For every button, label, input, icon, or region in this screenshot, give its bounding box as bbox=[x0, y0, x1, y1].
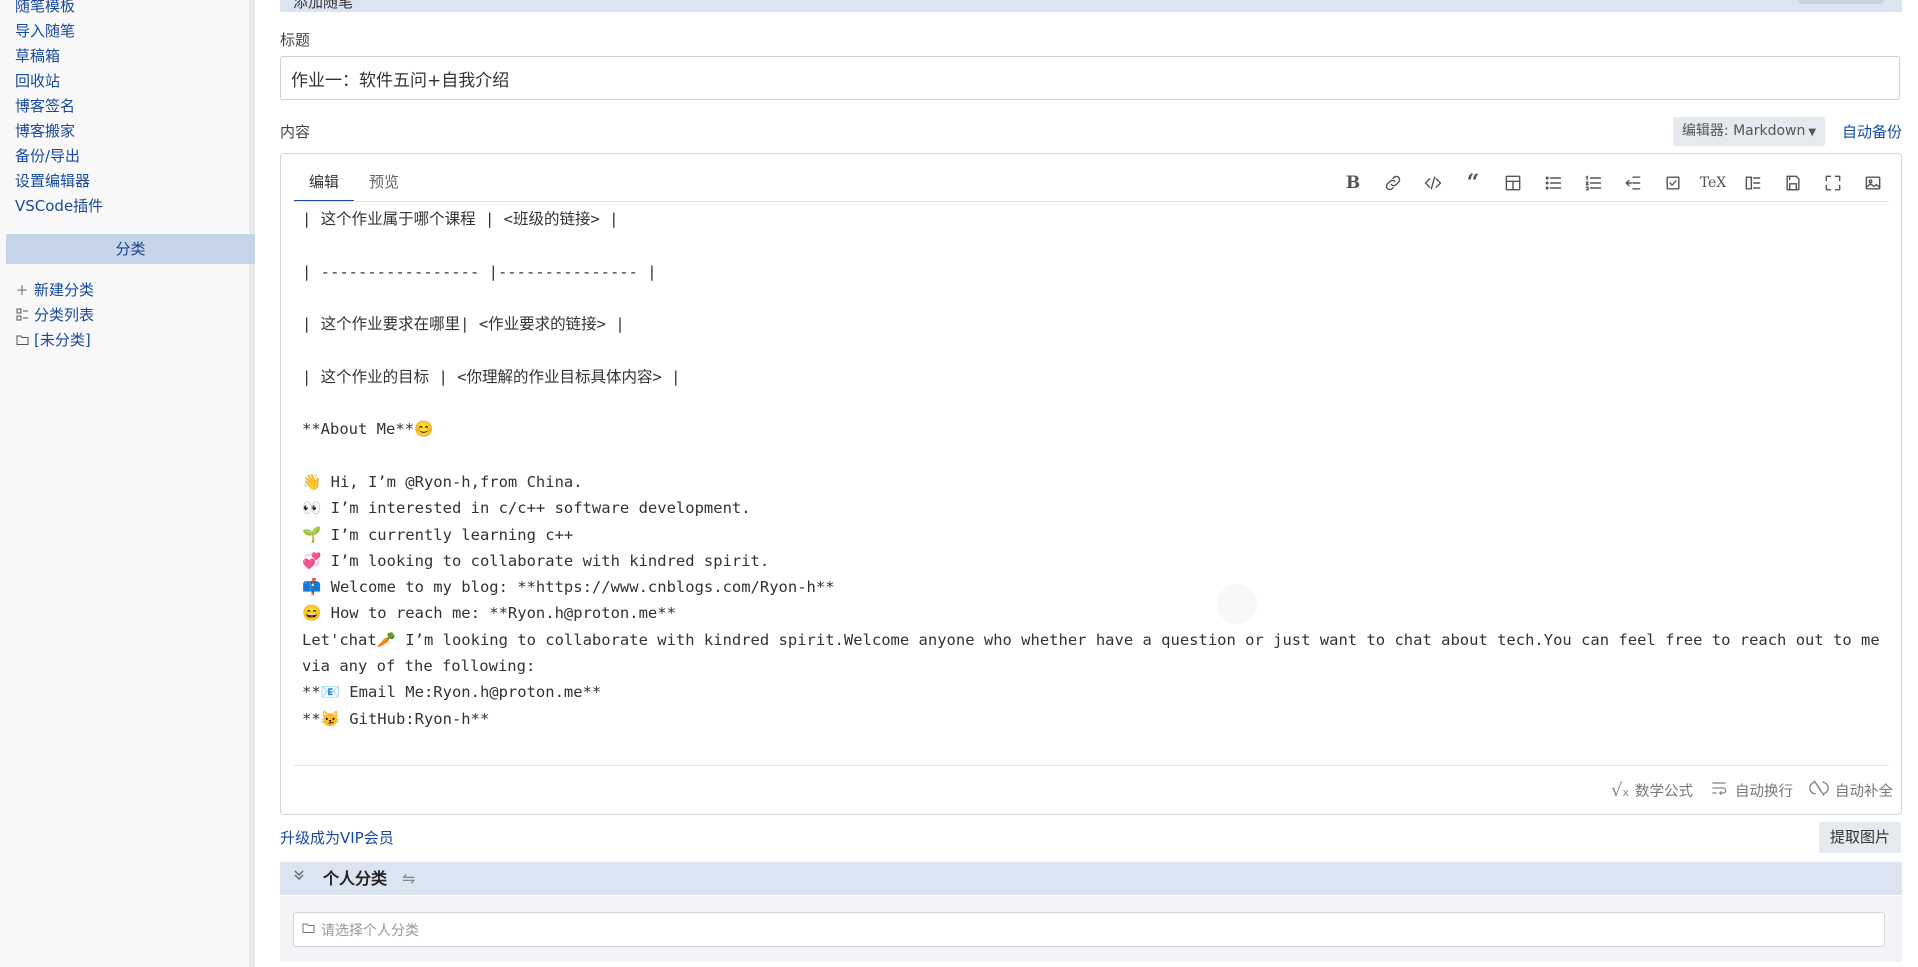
markdown-editor: 编辑 预览 B “ TeX | 这个作业属于哪个课程 | <班级的链接> | |… bbox=[280, 153, 1902, 815]
sidebar-link-import-posts[interactable]: 导入随笔 bbox=[15, 19, 103, 44]
sidebar-link-post-template[interactable]: 随笔模板 bbox=[15, 0, 103, 19]
upgrade-vip-link[interactable]: 升级成为VIP会员 bbox=[280, 827, 394, 848]
autocomplete-off-icon bbox=[1809, 778, 1835, 802]
folder-icon bbox=[15, 333, 29, 347]
loading-indicator bbox=[1217, 584, 1257, 624]
personal-category-select[interactable]: 请选择个人分类 bbox=[293, 912, 1885, 947]
editor-footer-divider bbox=[294, 765, 1889, 766]
new-category-link[interactable]: ＋ 新建分类 bbox=[15, 277, 94, 302]
link-icon[interactable] bbox=[1373, 168, 1413, 198]
bullet-list-icon[interactable] bbox=[1533, 168, 1573, 198]
wrap-icon bbox=[1709, 778, 1735, 802]
new-category-label: 新建分类 bbox=[34, 281, 95, 299]
numbered-list-icon[interactable] bbox=[1573, 168, 1613, 198]
chevron-double-down-icon[interactable] bbox=[292, 867, 306, 889]
sidebar-links: 随笔模板 导入随笔 草稿箱 回收站 博客签名 博客搬家 备份/导出 设置编辑器 … bbox=[15, 0, 103, 219]
editor-type-value: 编辑器: Markdown bbox=[1681, 123, 1806, 139]
image-icon[interactable] bbox=[1853, 168, 1893, 198]
sidebar-link-drafts[interactable]: 草稿箱 bbox=[15, 44, 103, 69]
math-formula-toggle[interactable]: √x 数学公式 bbox=[1611, 780, 1693, 801]
auto-wrap-toggle[interactable]: 自动换行 bbox=[1709, 778, 1793, 802]
swap-icon[interactable]: ⇋ bbox=[402, 862, 415, 895]
personal-category-placeholder: 请选择个人分类 bbox=[321, 922, 419, 939]
category-list-label: 分类列表 bbox=[34, 306, 95, 324]
list-icon bbox=[15, 308, 29, 322]
editor-type-select[interactable]: 编辑器: Markdown ▼ bbox=[1673, 117, 1825, 146]
folder-icon bbox=[302, 922, 315, 938]
toc-icon[interactable] bbox=[1733, 168, 1773, 198]
personal-category-title: 个人分类 bbox=[323, 869, 388, 888]
category-list-link[interactable]: 分类列表 bbox=[15, 302, 94, 327]
math-formula-label: 数学公式 bbox=[1635, 783, 1693, 800]
section-title: 添加随笔 bbox=[293, 0, 354, 11]
caret-down-icon: ▼ bbox=[1808, 127, 1817, 138]
auto-wrap-label: 自动换行 bbox=[1735, 783, 1793, 800]
code-icon[interactable] bbox=[1413, 168, 1453, 198]
editor-tabs: 编辑 预览 bbox=[294, 164, 414, 202]
tabs-divider bbox=[294, 201, 1889, 202]
category-header: 分类 bbox=[6, 234, 255, 264]
quote-icon[interactable]: “ bbox=[1453, 168, 1493, 198]
sidebar: 随笔模板 导入随笔 草稿箱 回收站 博客签名 博客搬家 备份/导出 设置编辑器 … bbox=[0, 0, 255, 967]
uncategorized-link[interactable]: [未分类] bbox=[15, 327, 94, 352]
personal-category-header: 个人分类 ⇋ bbox=[280, 862, 1902, 895]
content-label: 内容 bbox=[280, 123, 311, 141]
tab-preview[interactable]: 预览 bbox=[354, 164, 414, 202]
category-list: ＋ 新建分类 分类列表 [未分类] bbox=[15, 277, 94, 352]
sidebar-link-vscode-plugin[interactable]: VSCode插件 bbox=[15, 194, 103, 219]
sqrt-icon: √x bbox=[1611, 779, 1629, 801]
sidebar-link-editor-settings[interactable]: 设置编辑器 bbox=[15, 169, 103, 194]
editor-status-bar: √x 数学公式 自动换行 自动补全 bbox=[1595, 778, 1893, 802]
indent-icon[interactable] bbox=[1613, 168, 1653, 198]
title-label: 标题 bbox=[280, 31, 311, 49]
plus-icon: ＋ bbox=[15, 284, 29, 299]
autocomplete-label: 自动补全 bbox=[1835, 783, 1893, 800]
bold-icon[interactable]: B bbox=[1333, 168, 1373, 198]
extract-images-button[interactable]: 提取图片 bbox=[1819, 822, 1901, 853]
autocomplete-toggle[interactable]: 自动补全 bbox=[1809, 778, 1893, 802]
sidebar-link-recycle-bin[interactable]: 回收站 bbox=[15, 69, 103, 94]
main-panel: 添加随笔 标题 内容 编辑器: Markdown▼ 自动备份 编辑 预览 B “ bbox=[255, 0, 1918, 967]
sidebar-link-blog-migration[interactable]: 博客搬家 bbox=[15, 119, 103, 144]
table-icon[interactable] bbox=[1493, 168, 1533, 198]
uncategorized-label: [未分类] bbox=[34, 331, 91, 349]
task-list-icon[interactable] bbox=[1653, 168, 1693, 198]
sidebar-link-blog-signature[interactable]: 博客签名 bbox=[15, 94, 103, 119]
top-right-tab bbox=[1798, 0, 1884, 4]
sidebar-link-backup-export[interactable]: 备份/导出 bbox=[15, 144, 103, 169]
personal-category-area: 请选择个人分类 bbox=[280, 896, 1902, 962]
editor-toolbar: B “ TeX bbox=[1333, 168, 1893, 198]
auto-backup-link[interactable]: 自动备份 bbox=[1842, 118, 1902, 146]
section-header: 添加随笔 bbox=[280, 0, 1902, 12]
fullscreen-icon[interactable] bbox=[1813, 168, 1853, 198]
save-icon[interactable] bbox=[1773, 168, 1813, 198]
markdown-content-editor[interactable]: | 这个作业属于哪个课程 | <班级的链接> | | -------------… bbox=[302, 206, 1882, 751]
tex-icon[interactable]: TeX bbox=[1693, 168, 1733, 198]
tab-edit[interactable]: 编辑 bbox=[294, 164, 355, 202]
title-input[interactable] bbox=[280, 56, 1900, 100]
